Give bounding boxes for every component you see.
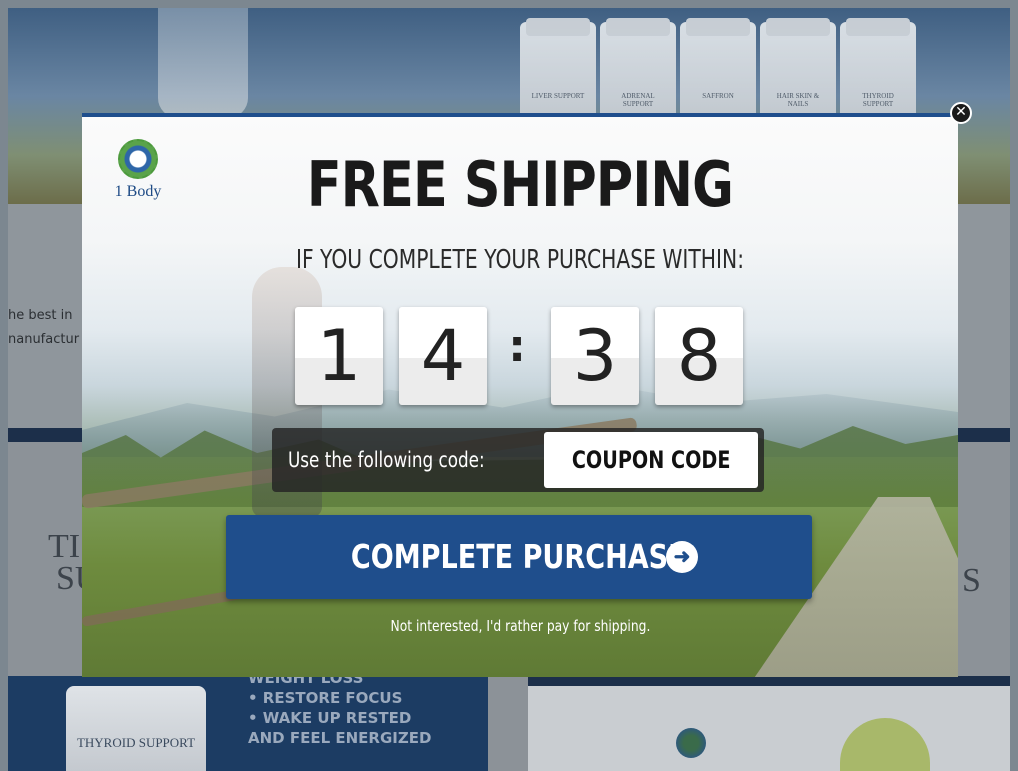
complete-purchase-button[interactable]: COMPLETE PURCHASE ➜	[226, 515, 812, 599]
benefit-item: AND FEEL ENERGIZED	[248, 729, 432, 747]
bottle-label: HAIR SKIN & NAILS	[776, 92, 820, 108]
decline-link[interactable]: Not interested, I'd rather pay for shipp…	[82, 617, 958, 635]
brand-logo: 1 Body	[108, 139, 168, 201]
arrow-right-circle-icon: ➜	[666, 541, 698, 573]
bottle-label: LIVER SUPPORT	[531, 92, 585, 100]
thyroid-label: THYROID SUPPORT	[76, 735, 196, 750]
modal-subheading: IF YOU COMPLETE YOUR PURCHASE WITHIN:	[295, 245, 745, 275]
timer-separator: :	[508, 321, 526, 372]
timer-digit: 8	[655, 307, 743, 405]
intro-text-line: nanufactur	[8, 332, 80, 347]
benefit-list: WEIGHT LOSS • RESTORE FOCUS • WAKE UP RE…	[248, 668, 431, 748]
bottle-label: THYROID SUPPORT	[862, 92, 894, 108]
benefit-item: • RESTORE FOCUS	[248, 689, 403, 707]
brand-logo-text: 1 Body	[114, 183, 162, 200]
bottle-label: SAFFRON	[702, 92, 734, 100]
brand-logo-icon	[118, 139, 158, 179]
hero-runner-image	[158, 8, 248, 118]
product-bottles: LIVER SUPPORT ADRENAL SUPPORT SAFFRON HA…	[520, 18, 916, 126]
benefit-item: • WAKE UP RESTED	[248, 709, 412, 727]
modal-headline: FREE SHIPPING	[306, 148, 734, 221]
timer-digit: 3	[551, 307, 639, 405]
timer-digit: 1	[295, 307, 383, 405]
bottle: SAFFRON	[680, 18, 756, 126]
coupon-label: Use the following code:	[288, 448, 485, 472]
feature-panel	[528, 676, 1010, 771]
timer-digit: 4	[399, 307, 487, 405]
section-heading-fragment: S	[962, 562, 981, 599]
decline-link-text: Not interested, I'd rather pay for shipp…	[390, 617, 650, 635]
close-icon[interactable]: ✕	[950, 102, 972, 124]
free-shipping-modal: 1 Body FREE SHIPPING IF YOU COMPLETE YOU…	[82, 113, 958, 677]
bottle: ADRENAL SUPPORT	[600, 18, 676, 126]
bottle: LIVER SUPPORT	[520, 18, 596, 126]
coupon-code-text: COUPON CODE	[571, 446, 731, 474]
bottle: THYROID SUPPORT	[840, 18, 916, 126]
thyroid-bottle: THYROID SUPPORT	[66, 686, 206, 771]
bottle: HAIR SKIN & NAILS	[760, 18, 836, 126]
intro-text-line: he best in	[8, 308, 73, 323]
coupon-bar: Use the following code: COUPON CODE	[272, 428, 764, 492]
coupon-code[interactable]: COUPON CODE	[544, 432, 758, 488]
complete-purchase-label: COMPLETE PURCHASE	[351, 537, 687, 576]
brand-logo-small	[676, 728, 706, 758]
bottle-label: ADRENAL SUPPORT	[621, 92, 655, 108]
countdown-timer: 1 4 : 3 8	[82, 307, 958, 407]
